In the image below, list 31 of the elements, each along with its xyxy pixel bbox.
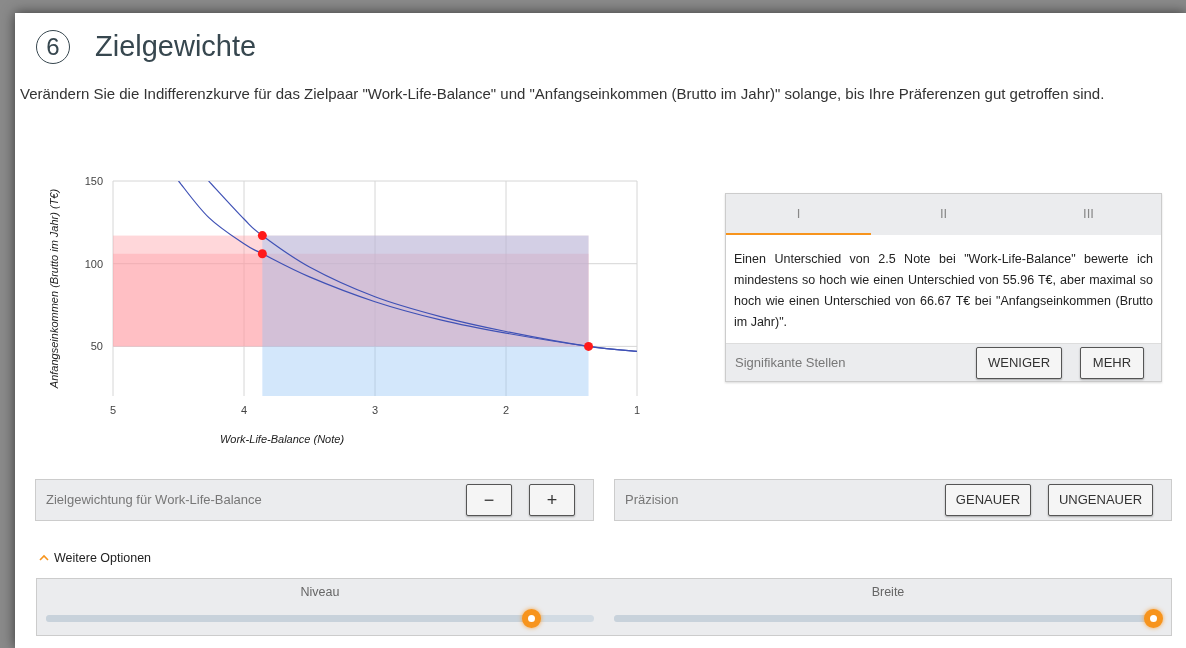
bar-label: Präzision: [625, 491, 680, 510]
x-tick-label: 1: [633, 404, 641, 416]
slider-label: Niveau: [300, 583, 340, 601]
more-options-toggle[interactable]: Weitere Optionen: [39, 549, 152, 568]
footer-label: Signifikante Stellen: [735, 353, 847, 372]
action-button[interactable]: MEHR: [1080, 346, 1144, 379]
explanation-text: Einen Unterschied von 2.5 Note bei "Work-Life-Balance" bewerte ich mindestens so hoch wie einen Unterschied von 55.96 T€, aber maximal so hoch wie einen Unterschied von 66.67 T€ bei "Anfangseinkommen (Brutto im Jahr)".: [726, 235, 1161, 343]
action-button[interactable]: GENAUER: [945, 484, 1031, 516]
page-title: Zielgewichte: [95, 29, 257, 64]
description: Verändern Sie die Indifferenzkurve für das Zielpaar "Work-Life-Balance" und "Anfangseinkommen (Brutto im Jahr)" solange, bis Ihre Präferenzen gut getroffen sind.: [20, 83, 1106, 104]
y-tick-label: 50: [90, 340, 103, 353]
action-button[interactable]: WENIGER: [976, 346, 1062, 379]
slider-label: Breite: [871, 583, 905, 601]
x-tick-label: 4: [240, 404, 248, 416]
x-tick-label: 5: [109, 404, 117, 416]
action-button[interactable]: UNGENAUER: [1048, 484, 1153, 516]
slider-thumb[interactable]: [521, 608, 541, 628]
action-button[interactable]: +: [529, 484, 575, 516]
chevron-icon: [39, 554, 49, 563]
x-axis-title: Work-Life-Balance (Note): [219, 433, 345, 445]
y-tick-label: 100: [84, 257, 103, 270]
data-point[interactable]: [257, 231, 267, 241]
slider-thumb[interactable]: [1143, 608, 1163, 628]
action-button[interactable]: −: [466, 484, 512, 516]
x-tick-label: 2: [502, 404, 510, 416]
y-tick-label: 150: [84, 175, 103, 187]
y-axis-title: Anfangseinkommen (Brutto im Jahr) (T€): [48, 188, 60, 389]
x-tick-label: 3: [371, 404, 379, 416]
data-point[interactable]: [584, 341, 594, 351]
data-point[interactable]: [257, 249, 267, 259]
bar-label: Zielgewichtung für Work-Life-Balance: [46, 491, 263, 510]
